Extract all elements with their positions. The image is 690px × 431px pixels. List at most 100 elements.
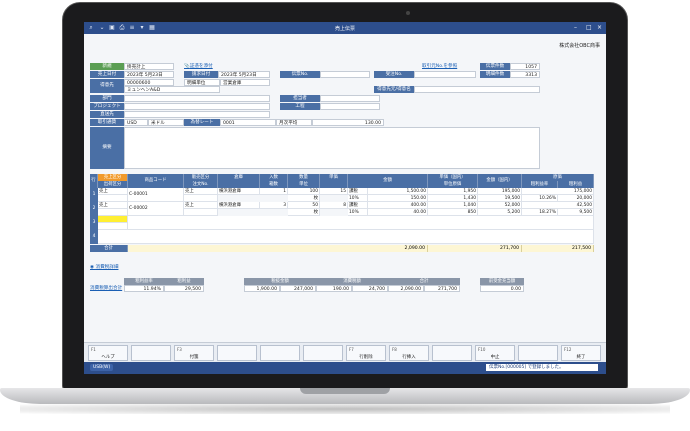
cell-amount[interactable]: 1,500.00 xyxy=(368,188,428,195)
cell-tax[interactable]: 課税 xyxy=(348,188,368,195)
fkey-number: F1 xyxy=(91,347,96,352)
cell-qtyper[interactable]: 1 xyxy=(260,188,288,195)
cell-code[interactable]: C-00001 xyxy=(128,188,184,202)
order-no-field[interactable] xyxy=(414,71,476,78)
sum-h-total: 合計 xyxy=(388,278,460,285)
cell-wh[interactable]: 横浜港倉庫 xyxy=(218,188,260,195)
cell-order[interactable] xyxy=(184,195,218,202)
cell-jp-unitcost[interactable]: 850 xyxy=(428,209,478,216)
sum-margin-rate: 11.94% xyxy=(124,285,164,292)
cell-kind[interactable]: 売上 xyxy=(98,188,128,195)
dept-field[interactable] xyxy=(124,95,270,102)
cell-sales[interactable]: 売上 xyxy=(184,188,218,195)
cell-amount[interactable]: 400.00 xyxy=(368,202,428,209)
currency-code[interactable]: USD xyxy=(124,119,148,126)
process-field[interactable] xyxy=(320,103,380,110)
f8-insert-row-button[interactable]: F8 行挿入 xyxy=(389,345,429,361)
cell-code[interactable]: C-00002 xyxy=(128,202,184,216)
f3-sticky-button[interactable]: F3 付箋 xyxy=(174,345,214,361)
cell-unit[interactable]: 枚 xyxy=(288,209,320,216)
rate-type[interactable]: 0001 xyxy=(220,119,276,126)
cell-qtyper[interactable]: 3 xyxy=(260,202,288,209)
f7-delete-row-button[interactable]: F7 行削除 xyxy=(346,345,386,361)
cell-ship[interactable] xyxy=(98,223,128,230)
fkey-number: F3 xyxy=(177,347,182,352)
col-boxes: 箱数 xyxy=(260,181,288,188)
row-number: 3 xyxy=(90,216,98,230)
slip-count: 1057 xyxy=(510,63,540,70)
cell-sales[interactable]: 売上 xyxy=(184,202,218,209)
kind-label: 新規 xyxy=(90,63,124,70)
memo-field[interactable] xyxy=(124,127,540,169)
cell-tax[interactable]: 課税 xyxy=(348,202,368,209)
f1-help-button[interactable]: F1 ヘルプ xyxy=(88,345,128,361)
project-field[interactable] xyxy=(124,103,270,110)
cell-order[interactable] xyxy=(184,209,218,216)
fkey-label: 行削除 xyxy=(359,355,373,360)
empty-row[interactable] xyxy=(128,216,594,230)
slip-count-label: 伝票件数 xyxy=(480,63,510,70)
cell-qty[interactable]: 100 xyxy=(288,188,320,195)
attach-link[interactable]: 📎証憑を添付 xyxy=(184,63,244,70)
cell-price[interactable]: 8 xyxy=(320,202,348,209)
col-jp-unitcost: 単位原価 xyxy=(428,181,478,188)
customer-name[interactable]: ミュンヘンA&D xyxy=(124,86,220,93)
maximize-icon[interactable]: □ xyxy=(586,24,592,32)
minimize-icon[interactable]: – xyxy=(574,24,577,32)
f10-cancel-button[interactable]: F10 中止 xyxy=(475,345,515,361)
f4-button[interactable] xyxy=(217,345,257,361)
memo-label: 摘要 xyxy=(90,127,124,169)
col-wh: 倉庫 xyxy=(218,174,260,188)
f5-button[interactable] xyxy=(260,345,300,361)
cell-qty[interactable]: 50 xyxy=(288,202,320,209)
slip-no-field[interactable] xyxy=(320,71,370,78)
order-no-label: 受注No. xyxy=(374,71,414,78)
cell-margin-rate: 18.27% xyxy=(522,209,558,216)
fkey-label: ヘルプ xyxy=(101,355,115,360)
billing-field[interactable] xyxy=(414,86,540,93)
total-amount: 2,090.00 xyxy=(128,245,428,252)
sales-date-field[interactable]: 2023年 5月23日 xyxy=(124,71,174,78)
cell-ship[interactable] xyxy=(98,195,128,202)
cell-unit[interactable]: 枚 xyxy=(288,195,320,202)
col-unit: 単位 xyxy=(288,181,320,188)
ref-link[interactable]: 取引元No.を参照 xyxy=(422,63,477,70)
col-order: 注文No. xyxy=(184,181,218,188)
invoice-date-field[interactable]: 2023年 5月23日 xyxy=(218,71,270,78)
col-row: 行 xyxy=(90,174,98,188)
tax-total-link[interactable]: 消費税算出合計 xyxy=(90,285,124,292)
cell-kind[interactable]: 売上 xyxy=(98,202,128,209)
col-qty: 数量 xyxy=(288,174,320,181)
empty-row[interactable] xyxy=(98,230,594,244)
warehouse-select[interactable]: 営業倉庫 xyxy=(220,79,270,86)
col-jp-price: 単価（国内） xyxy=(428,174,478,181)
close-icon[interactable]: × xyxy=(597,24,602,32)
delivery-field[interactable] xyxy=(124,111,270,118)
cell-price[interactable]: 15 xyxy=(320,188,348,195)
cell-jp-unitcost[interactable]: 1,430 xyxy=(428,195,478,202)
staff-field[interactable] xyxy=(320,95,380,102)
unit-select[interactable]: 明細単位 xyxy=(184,79,220,86)
customer-code[interactable]: 00000600 xyxy=(124,79,174,86)
fkey-label: 中止 xyxy=(490,355,500,360)
kind-select[interactable]: 掛売計上 xyxy=(124,63,174,70)
f6-button[interactable] xyxy=(303,345,343,361)
cell-jp-price[interactable]: 1,040 xyxy=(428,202,478,209)
sum-taxbase-jp: 247,000 xyxy=(280,285,316,292)
cell-jp-amount: 52,000 xyxy=(478,202,522,209)
cell-kind-active[interactable] xyxy=(98,216,128,223)
function-key-bar: F1 ヘルプ F3 付箋 F7 行削除 F8 行挿入 F10 中止 F12 終了 xyxy=(84,342,606,362)
rate-value[interactable]: 130.00 xyxy=(312,119,384,126)
f11-button[interactable] xyxy=(518,345,558,361)
f2-button[interactable] xyxy=(131,345,171,361)
cell-ship[interactable] xyxy=(98,209,128,216)
delivery-label: 直送先 xyxy=(90,111,124,118)
f9-button[interactable] xyxy=(432,345,472,361)
tax-detail-link[interactable]: ◉ 消費税詳細 xyxy=(90,264,150,271)
cell-wh[interactable]: 横浜港倉庫 xyxy=(218,202,260,209)
user-badge[interactable]: USB(W) xyxy=(90,364,114,371)
sum-prev: 0.00 xyxy=(480,285,524,292)
f12-exit-button[interactable]: F12 終了 xyxy=(561,345,601,361)
col-margin-rate: 粗利益率 xyxy=(522,181,558,188)
cell-jp-price[interactable]: 1,950 xyxy=(428,188,478,195)
